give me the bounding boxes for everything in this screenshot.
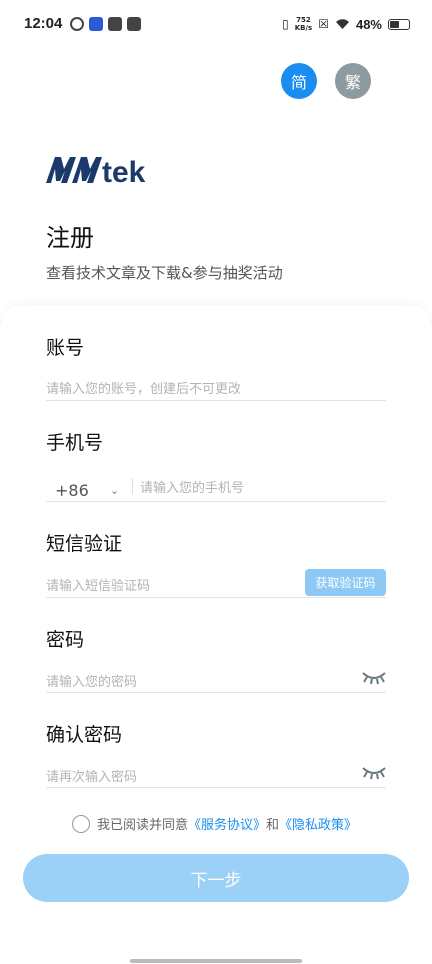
lang-simplified-button[interactable]: 简 [281, 63, 317, 99]
password-input[interactable]: 请输入您的密码 [46, 671, 137, 690]
net-speed: 752 KB/s [294, 16, 313, 32]
password-underline [46, 692, 386, 693]
phone-input[interactable]: 请输入您的手机号 [140, 477, 244, 496]
closed-eye-icon[interactable] [361, 669, 387, 685]
no-sim-icon: ☒ [318, 17, 329, 31]
status-bar: 12:04 ▯ 752 KB/s ☒ 48% [0, 0, 432, 50]
privacy-policy-link[interactable]: 《隐私政策》 [279, 814, 357, 833]
matek-logo: tek [46, 156, 146, 185]
phone-separator [132, 478, 133, 494]
sms-label: 短信验证 [46, 533, 123, 555]
account-input[interactable]: 请输入您的账号，创建后不可更改 [46, 378, 241, 397]
battery-percent: 48% [355, 16, 382, 32]
agreement-checkbox[interactable] [72, 814, 90, 833]
page-subtitle: 查看技术文章及下载&参与抽奖活动 [46, 264, 283, 282]
svg-text:tek: tek [102, 156, 146, 185]
password-label: 密码 [46, 629, 85, 651]
status-time: 12:04 [24, 15, 63, 32]
closed-eye-icon[interactable] [361, 764, 387, 780]
sms-underline [46, 597, 386, 598]
phone-underline [46, 501, 386, 502]
next-step-button[interactable]: 下一步 [23, 854, 409, 902]
phone-label: 手机号 [46, 432, 104, 454]
agreement-and: 和 [266, 818, 280, 833]
status-right: ▯ 752 KB/s ☒ 48% [282, 16, 410, 32]
app-notification-icon [89, 17, 103, 31]
get-code-button[interactable]: 获取验证码 [305, 569, 386, 596]
notification-icons [70, 17, 141, 31]
vibrate-icon: ▯ [282, 17, 289, 31]
page-title: 注册 [46, 224, 94, 252]
calendar-icon [108, 17, 122, 31]
country-code-select[interactable]: +86 [55, 481, 89, 500]
service-agreement-link[interactable]: 《服务协议》 [188, 814, 266, 833]
register-form: 账号 请输入您的账号，创建后不可更改 手机号 +86 ⌄ 请输入您的手机号 短信… [0, 305, 432, 964]
confirm-password-input[interactable]: 请再次输入密码 [46, 766, 137, 785]
home-indicator[interactable] [130, 959, 302, 963]
sms-code-input[interactable]: 请输入短信验证码 [46, 575, 150, 594]
header: 简 繁 tek 注册 查看技术文章及下载&参与抽奖活动 [0, 50, 432, 320]
sync-icon [70, 17, 84, 31]
chevron-down-icon[interactable]: ⌄ [110, 484, 119, 497]
account-label: 账号 [46, 337, 85, 359]
wifi-icon [335, 19, 349, 29]
mail-icon [127, 17, 141, 31]
confirm-password-label: 确认密码 [46, 724, 123, 746]
agreement-row: 我已阅读并同意 《服务协议》 和 《隐私政策》 [72, 814, 357, 833]
confirm-password-underline [46, 787, 386, 788]
account-underline [46, 400, 386, 401]
lang-traditional-button[interactable]: 繁 [335, 63, 371, 99]
battery-icon [388, 18, 410, 30]
agreement-prefix: 我已阅读并同意 [97, 818, 189, 833]
